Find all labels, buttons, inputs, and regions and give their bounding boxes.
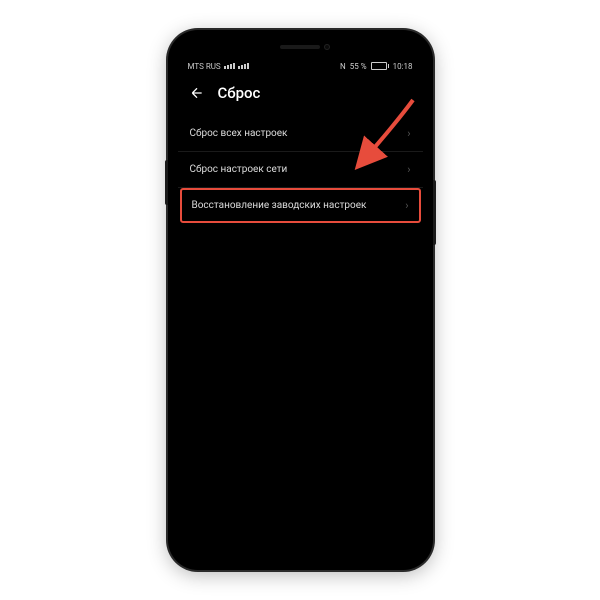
list-item-factory-reset[interactable]: Восстановление заводских настроек › [180,188,421,223]
front-camera [324,44,330,50]
carrier-label: MTS RUS [188,62,221,71]
status-bar: MTS RUS N 55 % 10:18 [176,56,425,74]
back-button[interactable] [188,84,206,102]
list-item-reset-all[interactable]: Сброс всех настроек › [178,116,423,152]
list-item-label: Сброс настроек сети [190,164,288,175]
list-item-label: Сброс всех настроек [190,128,288,139]
list-item-reset-network[interactable]: Сброс настроек сети › [178,152,423,188]
chevron-right-icon: › [405,199,408,212]
nfc-icon: N [340,62,346,71]
battery-icon [371,62,389,70]
notch-area [176,38,425,56]
chevron-right-icon: › [407,127,410,140]
phone-frame: MTS RUS N 55 % 10:18 [168,30,433,570]
phone-screen: MTS RUS N 55 % 10:18 [176,38,425,562]
status-right: N 55 % 10:18 [340,62,412,71]
page-title: Сброс [218,84,261,102]
list-item-label: Восстановление заводских настроек [192,200,367,211]
speaker [280,45,320,49]
status-left: MTS RUS [188,62,249,71]
chevron-right-icon: › [407,163,410,176]
arrow-left-icon [189,85,205,101]
page-header: Сброс [176,74,425,116]
clock: 10:18 [393,62,413,71]
battery-percent: 55 % [350,62,367,71]
signal-icon [224,63,235,69]
settings-list: Сброс всех настроек › Сброс настроек сет… [176,116,425,223]
signal-icon-2 [238,63,249,69]
